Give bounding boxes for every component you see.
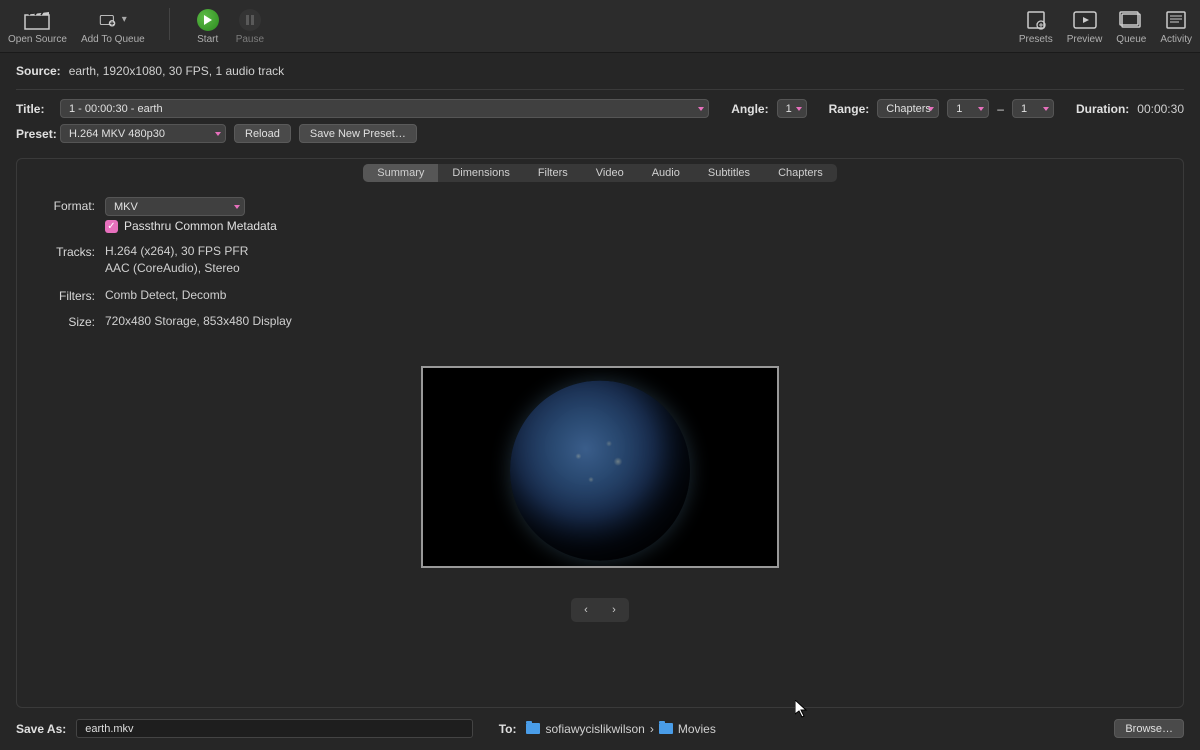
source-row: Source: earth, 1920x1080, 30 FPS, 1 audi… <box>16 59 1184 83</box>
destination-path[interactable]: sofiawycislikwilson › Movies <box>526 722 715 736</box>
earth-image <box>510 380 690 560</box>
folder-icon <box>659 723 673 734</box>
range-from-select[interactable]: 1 <box>947 99 989 118</box>
tab-dimensions[interactable]: Dimensions <box>438 164 523 182</box>
preset-select[interactable]: H.264 MKV 480p30 <box>60 124 226 143</box>
activity-icon <box>1162 8 1190 32</box>
pause-icon <box>239 9 261 31</box>
tab-filters[interactable]: Filters <box>524 164 582 182</box>
save-new-preset-button[interactable]: Save New Preset… <box>299 124 417 143</box>
add-to-queue-button[interactable]: ▾ Add To Queue <box>81 8 145 45</box>
title-select[interactable]: 1 - 00:00:30 - earth <box>60 99 709 118</box>
tab-audio[interactable]: Audio <box>638 164 694 182</box>
save-row: Save As: To: sofiawycislikwilson › Movie… <box>16 719 1184 738</box>
tab-chapters[interactable]: Chapters <box>764 164 837 182</box>
source-value: earth, 1920x1080, 30 FPS, 1 audio track <box>69 64 284 78</box>
next-frame-button[interactable]: › <box>605 601 623 619</box>
film-clapboard-icon <box>23 8 51 32</box>
tab-summary[interactable]: Summary <box>363 164 438 182</box>
passthru-checkbox[interactable]: ✓ <box>105 220 118 233</box>
angle-select[interactable]: 1 <box>777 99 807 118</box>
add-queue-icon: ▾ <box>99 8 127 32</box>
start-button[interactable]: Start <box>194 8 222 45</box>
preview-button[interactable]: Preview <box>1067 8 1103 45</box>
tabs-bar: Summary Dimensions Filters Video Audio S… <box>363 164 836 182</box>
tracks-value: H.264 (x264), 30 FPS PFR AAC (CoreAudio)… <box>105 243 1163 277</box>
presets-button[interactable]: Presets <box>1019 8 1053 45</box>
toolbar: Open Source ▾ Add To Queue Start Pause P… <box>0 0 1200 53</box>
activity-button[interactable]: Activity <box>1160 8 1192 45</box>
range-type-select[interactable]: Chapters <box>877 99 939 118</box>
preview-icon <box>1071 8 1099 32</box>
open-source-button[interactable]: Open Source <box>8 8 67 45</box>
duration-value: 00:00:30 <box>1137 102 1184 116</box>
tab-subtitles[interactable]: Subtitles <box>694 164 764 182</box>
chevron-down-icon[interactable]: ▾ <box>118 14 127 25</box>
content-pane: Summary Dimensions Filters Video Audio S… <box>16 158 1184 708</box>
folder-icon <box>526 723 540 734</box>
tab-video[interactable]: Video <box>582 164 638 182</box>
play-icon <box>197 9 219 31</box>
format-select[interactable]: MKV <box>105 197 245 216</box>
preview-thumbnail[interactable] <box>421 366 779 568</box>
presets-icon <box>1022 8 1050 32</box>
pause-button[interactable]: Pause <box>236 8 264 45</box>
queue-button[interactable]: Queue <box>1116 8 1146 45</box>
prev-frame-button[interactable]: ‹ <box>577 601 595 619</box>
browse-button[interactable]: Browse… <box>1114 719 1184 738</box>
preview-nav: ‹ › <box>571 598 629 622</box>
save-as-input[interactable] <box>76 719 472 738</box>
passthru-label: Passthru Common Metadata <box>124 219 277 233</box>
range-to-select[interactable]: 1 <box>1012 99 1054 118</box>
queue-icon <box>1117 8 1145 32</box>
reload-button[interactable]: Reload <box>234 124 291 143</box>
